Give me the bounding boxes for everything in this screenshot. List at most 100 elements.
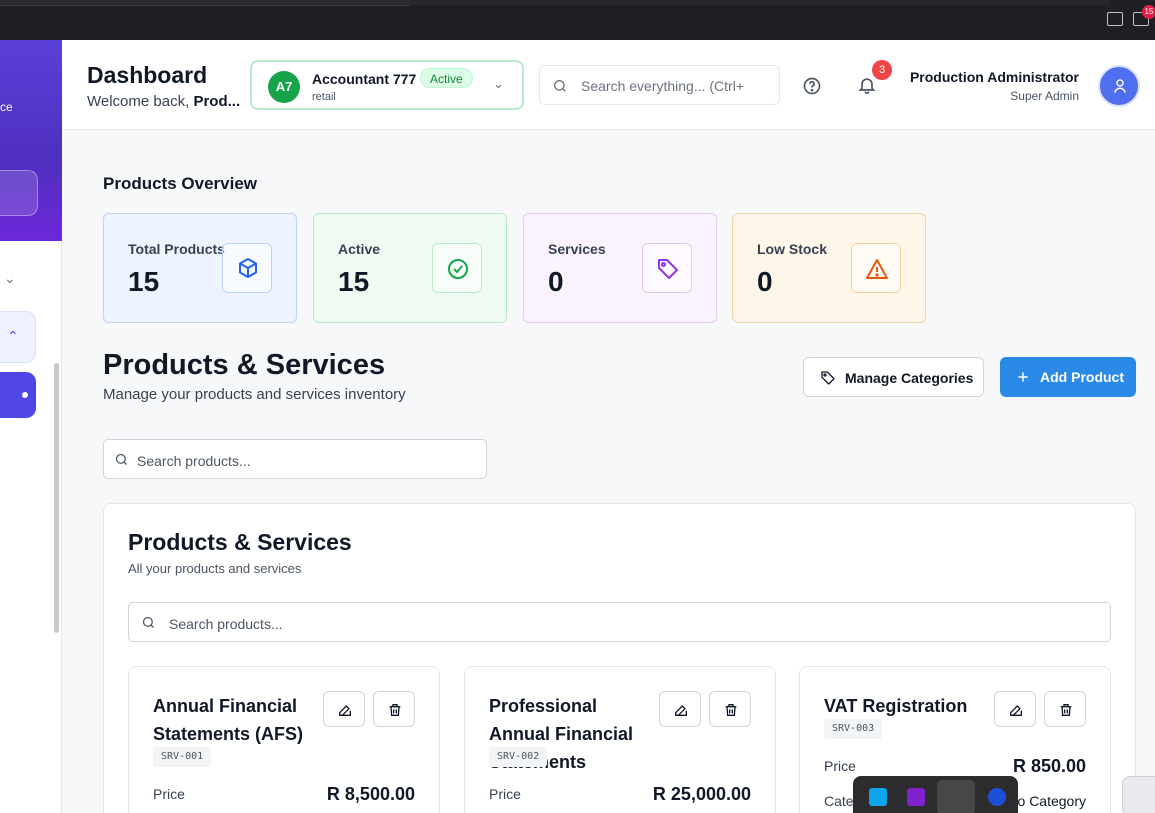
company-switcher[interactable]: A7 Accountant 777 Active retail ⌄ xyxy=(250,60,524,110)
product-card[interactable]: Annual Financial Statements (AFS) SRV-00… xyxy=(128,666,440,813)
overview-title: Products Overview xyxy=(103,174,258,193)
price-value: R 25,000.00 xyxy=(652,784,751,804)
product-code: SRV-002 xyxy=(489,747,548,767)
stat-label: Active xyxy=(338,241,381,257)
extension-icon[interactable]: 15 xyxy=(1133,5,1155,26)
stat-icon-box xyxy=(222,243,272,293)
manage-categories-label: Manage Categories xyxy=(845,370,974,386)
product-card[interactable]: Professional Annual Financial Statements… xyxy=(464,666,776,813)
browser-tab-strip xyxy=(0,0,410,6)
price-value: R 850.00 xyxy=(1012,756,1086,776)
cast-icon[interactable] xyxy=(1107,12,1123,26)
product-code: SRV-001 xyxy=(153,747,212,767)
chevron-down-icon[interactable]: ⌄ xyxy=(4,270,16,287)
tag-icon xyxy=(821,371,835,385)
company-type: retail xyxy=(312,91,336,103)
price-label: Price xyxy=(824,758,856,774)
edit-button[interactable] xyxy=(323,691,365,727)
stat-card-services: Services 0 xyxy=(523,213,717,323)
delete-button[interactable] xyxy=(709,691,751,727)
sidebar: ce ⌄ ⌃ xyxy=(0,40,62,813)
edit-icon xyxy=(675,705,687,716)
company-status-badge: Active xyxy=(420,68,473,88)
user-name: Production Administrator xyxy=(909,69,1079,85)
products-heading: Products & Services xyxy=(103,349,386,381)
help-icon[interactable] xyxy=(802,76,822,96)
add-product-label: Add Product xyxy=(1040,369,1124,385)
sidebar-brand-button[interactable] xyxy=(0,170,38,216)
panel-search-input[interactable]: Search products... xyxy=(128,602,1111,642)
products-search-placeholder: Search products... xyxy=(137,453,251,469)
welcome-message: Welcome back, Prod... xyxy=(87,93,247,110)
extension-badge: 15 xyxy=(1142,5,1155,19)
stat-card-total-products: Total Products 15 xyxy=(103,213,297,323)
sidebar-scrollbar[interactable] xyxy=(53,245,61,805)
delete-button[interactable] xyxy=(373,691,415,727)
stat-value: 0 xyxy=(757,266,773,297)
scrollbar-thumb[interactable] xyxy=(54,363,59,633)
search-icon xyxy=(142,616,154,628)
stat-label: Total Products xyxy=(128,241,225,257)
chevron-down-icon: ⌄ xyxy=(493,76,504,91)
panel-subtitle: All your products and services xyxy=(128,561,302,576)
stat-icon-box xyxy=(851,243,901,293)
corner-widget-button[interactable] xyxy=(1122,776,1155,813)
stat-value: 15 xyxy=(338,266,370,297)
edit-button[interactable] xyxy=(994,691,1036,727)
price-value: R 8,500.00 xyxy=(326,784,415,804)
company-name: Accountant 777 xyxy=(312,71,417,87)
user-avatar[interactable] xyxy=(1098,65,1140,107)
sidebar-item-active[interactable] xyxy=(0,372,36,418)
products-search-input[interactable]: Search products... xyxy=(103,439,487,479)
products-subheading: Manage your products and services invent… xyxy=(103,386,406,403)
stat-icon-box xyxy=(642,243,692,293)
stat-label: Low Stock xyxy=(757,241,828,257)
search-icon xyxy=(115,453,127,465)
browser-tab-strip-right xyxy=(410,0,1110,5)
pen-app-icon[interactable] xyxy=(937,780,975,813)
company-avatar: A7 xyxy=(268,71,300,103)
edit-icon xyxy=(339,705,351,716)
category-value: o Category xyxy=(1017,793,1086,809)
panel-search-placeholder: Search products... xyxy=(169,616,283,632)
active-dot-icon xyxy=(22,392,28,398)
trash-icon xyxy=(1060,704,1072,716)
notification-badge: 3 xyxy=(872,60,892,80)
trash-icon xyxy=(725,704,737,716)
panel-title: Products & Services xyxy=(128,529,352,555)
edit-button[interactable] xyxy=(659,691,701,727)
stat-value: 15 xyxy=(128,266,160,297)
plus-icon xyxy=(1018,372,1028,382)
price-label: Price xyxy=(489,786,521,802)
check-circle-icon xyxy=(448,259,468,279)
sidebar-item-expanded[interactable]: ⌃ xyxy=(0,311,36,363)
stat-label: Services xyxy=(548,241,606,257)
sidebar-brand: ce xyxy=(0,40,62,241)
welcome-prefix: Welcome back, xyxy=(87,93,194,110)
browser-top-bar: 15 xyxy=(0,0,1155,40)
product-name: VAT Registration xyxy=(824,696,968,716)
price-label: Price xyxy=(153,786,185,802)
product-code: SRV-003 xyxy=(824,719,883,739)
warning-icon xyxy=(866,259,888,279)
user-role: Super Admin xyxy=(1010,89,1079,103)
app-window-icon[interactable] xyxy=(869,788,887,806)
products-panel: Products & Services All your products an… xyxy=(103,503,1136,813)
stat-value: 0 xyxy=(548,266,564,297)
bell-icon[interactable] xyxy=(857,74,877,96)
user-icon xyxy=(1114,79,1126,93)
manage-categories-button[interactable]: Manage Categories xyxy=(803,357,984,397)
bluetooth-icon[interactable] xyxy=(988,788,1006,806)
add-product-button[interactable]: Add Product xyxy=(1000,357,1136,397)
stat-card-active: Active 15 xyxy=(313,213,507,323)
taskbar-overflow xyxy=(853,776,1018,813)
tag-icon xyxy=(658,259,678,279)
edit-icon xyxy=(1010,705,1022,716)
browser-extension-icons: 15 xyxy=(1107,5,1155,26)
delete-button[interactable] xyxy=(1044,691,1086,727)
onenote-icon[interactable] xyxy=(907,788,925,806)
product-name: Annual Financial Statements (AFS) xyxy=(153,696,304,744)
search-icon xyxy=(554,80,566,92)
stat-card-low-stock: Low Stock 0 xyxy=(732,213,926,323)
global-search-input[interactable]: Search everything... (Ctrl+ xyxy=(539,65,780,105)
